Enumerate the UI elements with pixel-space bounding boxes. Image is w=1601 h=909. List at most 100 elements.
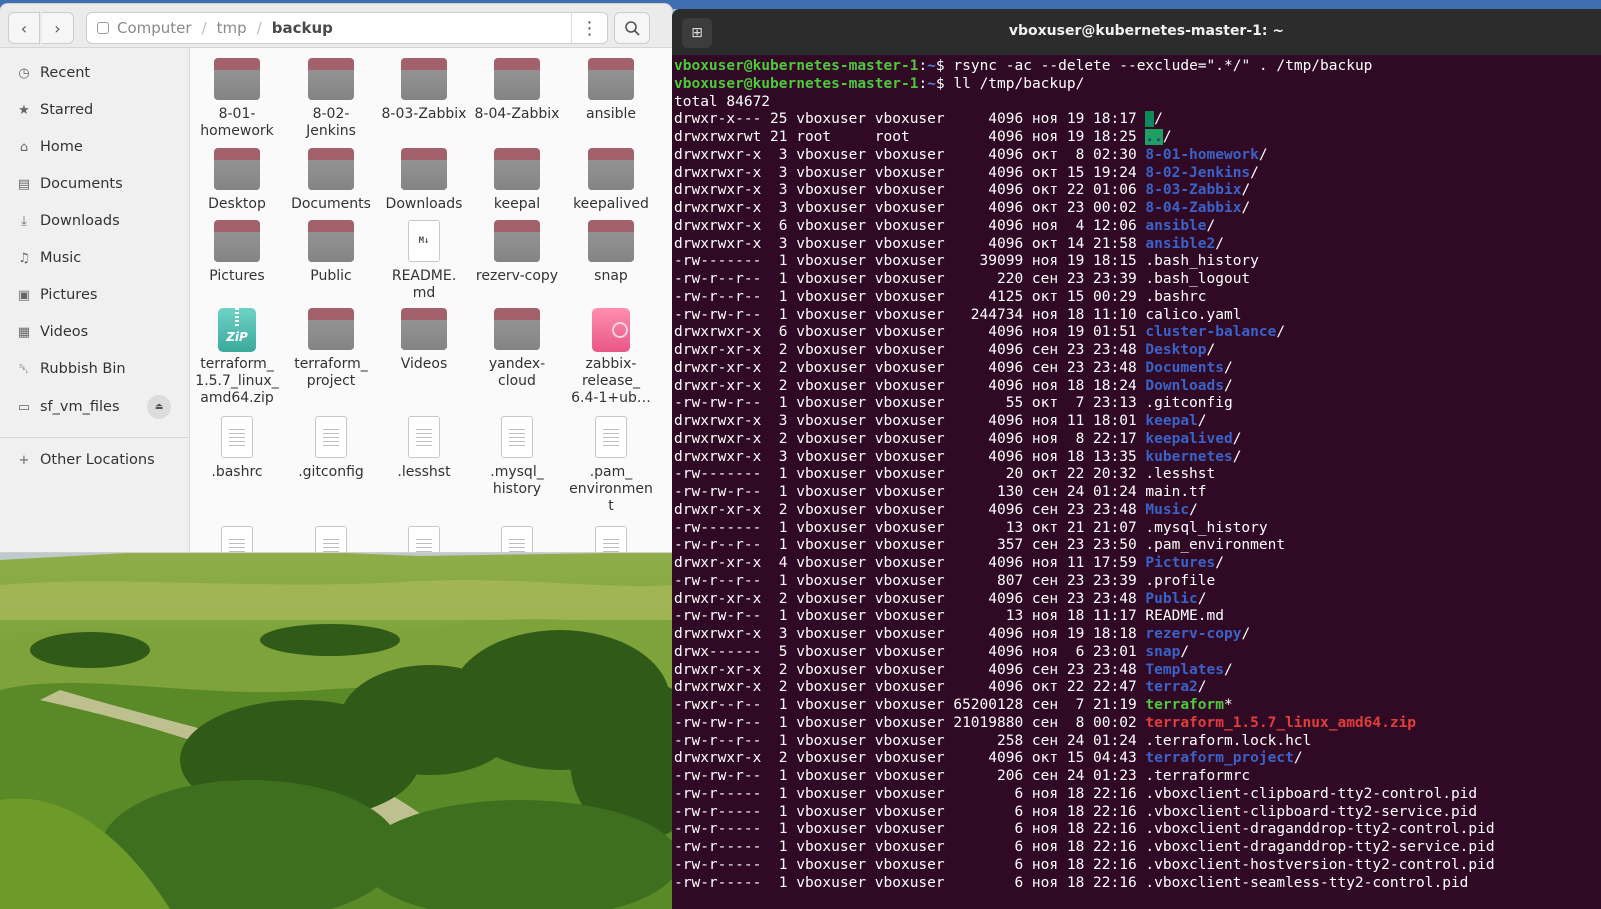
- listing-filename: .gitconfig: [1145, 395, 1233, 412]
- listing-row: drwxrwxr-x 3 vboxuser vboxuser 4096 окт …: [674, 147, 1599, 165]
- file-item-label: .gitconfig: [298, 464, 364, 480]
- file-item[interactable]: yandex- cloud: [471, 306, 563, 390]
- breadcrumb-backup[interactable]: backup: [272, 19, 333, 37]
- file-item-partial[interactable]: [565, 524, 657, 552]
- file-item[interactable]: .gitconfig: [285, 414, 377, 481]
- file-item[interactable]: 8-04-Zabbix: [471, 56, 563, 123]
- sidebar-item-rubbish-bin[interactable]: ␡ Rubbish Bin: [0, 351, 190, 387]
- listing-row: -rw------- 1 vboxuser vboxuser 39099 ноя…: [674, 253, 1599, 271]
- listing-row: -rw------- 1 vboxuser vboxuser 13 окт 21…: [674, 520, 1599, 538]
- sidebar-item-starred[interactable]: ★ Starred: [0, 92, 190, 128]
- sidebar-item-home[interactable]: ⌂ Home: [0, 129, 190, 165]
- clock-icon: ◷: [18, 65, 30, 81]
- listing-meta: -rw-r--r-- 1 vboxuser vboxuser 807 сен 2…: [674, 572, 1146, 589]
- file-item[interactable]: Documents: [285, 146, 377, 213]
- listing-row: -rw-r----- 1 vboxuser vboxuser 6 ноя 18 …: [674, 875, 1599, 893]
- breadcrumb-tmp[interactable]: tmp: [217, 19, 247, 37]
- file-item-label: .mysql_ history: [490, 464, 544, 497]
- sidebar-item-videos[interactable]: ▦ Videos: [0, 314, 190, 350]
- sidebar-item-documents[interactable]: ▤ Documents: [0, 166, 190, 202]
- file-item[interactable]: M↓ README. md: [378, 218, 470, 302]
- file-item[interactable]: .lesshst: [378, 414, 470, 481]
- sidebar-item-music[interactable]: ♫ Music: [0, 240, 190, 276]
- file-item-partial[interactable]: [471, 524, 563, 552]
- file-item-partial[interactable]: [285, 524, 377, 552]
- listing-meta: drwxrwxr-x 6 vboxuser vboxuser 4096 ноя …: [674, 324, 1146, 341]
- file-item[interactable]: terraform_ project: [285, 306, 377, 390]
- listing-filename: README.md: [1145, 608, 1224, 625]
- music-icon: ♫: [18, 250, 30, 266]
- text-file-icon: [494, 524, 540, 552]
- folder-icon: [494, 56, 540, 102]
- listing-meta: drwxr-xr-x 2 vboxuser vboxuser 4096 сен …: [674, 342, 1146, 358]
- file-item-label: Videos: [400, 356, 448, 372]
- file-item[interactable]: ZiP terraform_ 1.5.7_linux_ amd64.zip: [191, 306, 283, 407]
- forward-button[interactable]: ›: [42, 12, 74, 44]
- file-item[interactable]: Pictures: [191, 218, 283, 285]
- listing-suffix: /: [1241, 200, 1251, 216]
- file-item-label: .bashrc: [211, 464, 263, 480]
- file-item[interactable]: Downloads: [378, 146, 470, 213]
- listing-row: -rw-r--r-- 1 vboxuser vboxuser 258 сен 2…: [674, 733, 1599, 751]
- listing-filename: .terraformrc: [1145, 768, 1251, 784]
- listing-filename: ..: [1145, 129, 1163, 145]
- file-item-partial[interactable]: [191, 524, 283, 552]
- folder-icon: [214, 146, 260, 192]
- file-item[interactable]: snap: [565, 218, 657, 285]
- search-button[interactable]: [614, 12, 650, 44]
- listing-row: drwxr-xr-x 2 vboxuser vboxuser 4096 сен …: [674, 342, 1599, 360]
- listing-row: -rw-rw-r-- 1 vboxuser vboxuser 130 сен 2…: [674, 484, 1599, 502]
- file-item[interactable]: Videos: [378, 306, 470, 373]
- file-item[interactable]: .bashrc: [191, 414, 283, 481]
- file-grid: 8-01- homework 8-02- Jenkins 8-03-Zabbix 8-…: [190, 48, 672, 552]
- sidebar-item-pictures[interactable]: ▣ Pictures: [0, 277, 190, 313]
- file-item[interactable]: 8-01- homework: [191, 56, 283, 140]
- path-menu-button[interactable]: ⋮: [571, 13, 607, 43]
- listing-suffix: /: [1293, 750, 1303, 767]
- file-item[interactable]: ansible: [565, 56, 657, 123]
- listing-suffix: /: [1241, 182, 1251, 199]
- eject-button[interactable]: ⏏: [147, 395, 171, 419]
- folder-icon: [588, 146, 634, 192]
- file-item[interactable]: 8-02- Jenkins: [285, 56, 377, 140]
- file-item[interactable]: .pam_ environmen t: [565, 414, 657, 515]
- file-item-label: Documents: [291, 196, 371, 212]
- listing-row: drwxr-x--- 25 vboxuser vboxuser 4096 ноя…: [674, 111, 1599, 129]
- trash-icon: ␡: [18, 361, 30, 377]
- terminal-output[interactable]: vboxuser@kubernetes-master-1:~$ rsync -a…: [674, 58, 1599, 892]
- folder-icon: [494, 306, 540, 352]
- listing-meta: drwxr-xr-x 2 vboxuser vboxuser 4096 сен …: [674, 661, 1146, 678]
- sidebar-item-downloads[interactable]: ⤓ Downloads: [0, 203, 190, 239]
- file-item-label: zabbix- release_ 6.4-1+ub…: [571, 356, 651, 406]
- path-bar[interactable]: Computer / tmp / backup ⋮: [86, 12, 608, 44]
- back-button[interactable]: ‹: [8, 12, 40, 44]
- file-item-partial[interactable]: [378, 524, 470, 552]
- listing-suffix: /: [1250, 164, 1259, 181]
- listing-row: drwxrwxrwt 21 root root 4096 ноя 19 18:2…: [674, 129, 1599, 147]
- file-item[interactable]: rezerv-copy: [471, 218, 563, 285]
- file-item[interactable]: keepalived: [565, 146, 657, 213]
- file-item[interactable]: Public: [285, 218, 377, 285]
- listing-filename: .bash_history: [1145, 253, 1259, 270]
- listing-row: drwxrwxr-x 3 vboxuser vboxuser 4096 окт …: [674, 200, 1599, 218]
- breadcrumb-computer[interactable]: Computer: [117, 19, 192, 37]
- file-item[interactable]: .mysql_ history: [471, 414, 563, 498]
- listing-filename: .bashrc: [1145, 288, 1207, 305]
- listing-filename: .profile: [1145, 572, 1216, 589]
- sidebar-item-other-locations[interactable]: + Other Locations: [0, 442, 190, 478]
- listing-filename: terraform_1.5.7_linux_amd64.zip: [1145, 714, 1417, 731]
- listing-filename: terraform: [1145, 697, 1224, 713]
- folder-icon: [308, 306, 354, 352]
- listing-filename: 8-02-Jenkins: [1145, 164, 1251, 181]
- listing-suffix: /: [1197, 679, 1207, 696]
- listing-filename: .pam_environment: [1145, 537, 1286, 554]
- listing-row: -rw-r----- 1 vboxuser vboxuser 6 ноя 18 …: [674, 821, 1599, 839]
- file-item[interactable]: zabbix- release_ 6.4-1+ub…: [565, 306, 657, 407]
- sidebar-item-recent[interactable]: ◷ Recent: [0, 55, 190, 91]
- file-item[interactable]: Desktop: [191, 146, 283, 213]
- listing-row: -rw-r--r-- 1 vboxuser vboxuser 220 сен 2…: [674, 271, 1599, 289]
- file-item[interactable]: 8-03-Zabbix: [378, 56, 470, 123]
- file-item[interactable]: keepal: [471, 146, 563, 213]
- listing-meta: -rw-r--r-- 1 vboxuser vboxuser 4125 окт …: [674, 288, 1146, 305]
- folder-icon: [401, 56, 447, 102]
